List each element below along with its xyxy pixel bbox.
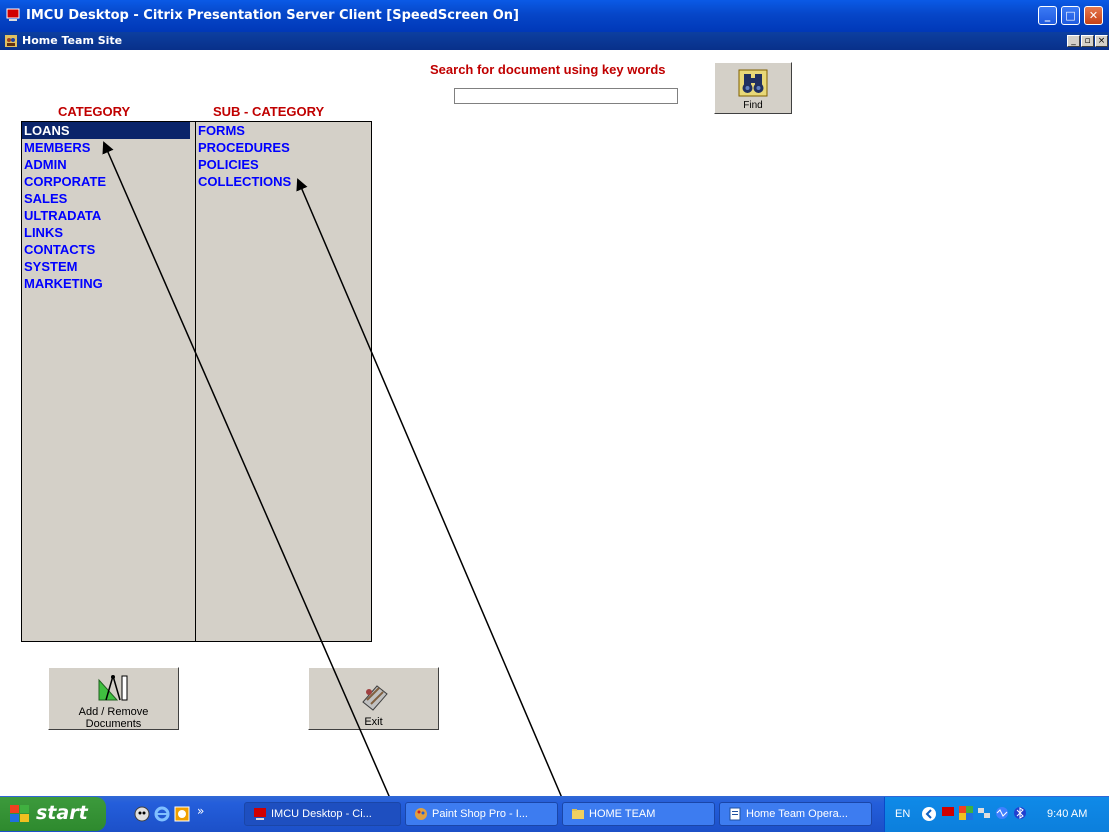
start-button[interactable]: start bbox=[0, 797, 106, 831]
bluetooth-icon[interactable] bbox=[1013, 806, 1027, 820]
tray-expand-icon[interactable] bbox=[921, 806, 937, 822]
window-title-bar[interactable]: IMCU Desktop - Citrix Presentation Serve… bbox=[0, 0, 1109, 32]
inner-minimize-button[interactable]: _ bbox=[1067, 35, 1080, 47]
category-item-ultradata[interactable]: ULTRADATA bbox=[22, 207, 196, 224]
category-header: CATEGORY bbox=[58, 104, 131, 119]
citrix-taskbar-icon bbox=[254, 808, 266, 820]
category-item-corporate[interactable]: CORPORATE bbox=[22, 173, 196, 190]
network-tray-icon[interactable] bbox=[977, 806, 991, 820]
inner-window-title: Home Team Site bbox=[22, 34, 123, 47]
search-input[interactable] bbox=[454, 88, 678, 104]
inner-restore-button[interactable]: ▫ bbox=[1081, 35, 1094, 47]
exit-button[interactable]: Exit bbox=[308, 667, 439, 730]
paint-shop-pro-icon bbox=[415, 808, 427, 820]
find-button[interactable]: Find bbox=[714, 62, 792, 114]
word-document-icon bbox=[729, 807, 741, 821]
taskbar-item-label: Home Team Opera... bbox=[746, 808, 848, 820]
taskbar-item-label: IMCU Desktop - Ci... bbox=[271, 808, 372, 820]
citrix-tray-icon[interactable] bbox=[941, 806, 955, 820]
taskbar-item-label: HOME TEAM bbox=[589, 808, 656, 820]
clock[interactable]: 9:40 AM bbox=[1047, 808, 1087, 820]
subcategory-item-procedures[interactable]: PROCEDURES bbox=[196, 139, 371, 156]
quicklaunch-chevron[interactable]: » bbox=[197, 804, 204, 818]
category-item-admin[interactable]: ADMIN bbox=[22, 156, 196, 173]
subcategory-header: SUB - CATEGORY bbox=[213, 104, 325, 119]
windows-logo-icon bbox=[10, 805, 29, 822]
system-tray: EN 9:40 AM bbox=[884, 797, 1109, 832]
language-indicator[interactable]: EN bbox=[895, 808, 910, 820]
exit-label: Exit bbox=[364, 716, 383, 728]
subcategory-list[interactable]: FORMS PROCEDURES POLICIES COLLECTIONS bbox=[195, 121, 372, 642]
add-remove-label-1: Add / Remove bbox=[78, 706, 149, 718]
exit-door-icon bbox=[362, 685, 388, 711]
subcategory-item-collections[interactable]: COLLECTIONS bbox=[196, 173, 371, 190]
add-remove-label-2: Documents bbox=[85, 718, 142, 730]
category-item-members[interactable]: MEMBERS bbox=[22, 139, 196, 156]
drafting-tools-icon bbox=[98, 675, 128, 701]
taskbar-item-imcu-desktop[interactable]: IMCU Desktop - Ci... bbox=[244, 802, 401, 826]
clock-app-icon[interactable] bbox=[174, 806, 190, 822]
category-item-sales[interactable]: SALES bbox=[22, 190, 196, 207]
color-tray-icon[interactable] bbox=[959, 806, 973, 820]
taskbar-item-paint-shop-pro[interactable]: Paint Shop Pro - I... bbox=[405, 802, 558, 826]
inner-window-title-bar[interactable]: Home Team Site _ ▫ × bbox=[0, 32, 1109, 50]
category-item-loans[interactable]: LOANS bbox=[22, 122, 190, 139]
subcategory-item-policies[interactable]: POLICIES bbox=[196, 156, 371, 173]
category-item-marketing[interactable]: MARKETING bbox=[22, 275, 196, 292]
citrix-app-icon bbox=[6, 8, 20, 21]
add-remove-documents-button[interactable]: Add / Remove Documents bbox=[48, 667, 179, 730]
taskbar-item-label: Paint Shop Pro - I... bbox=[432, 808, 528, 820]
inner-close-button[interactable]: × bbox=[1095, 35, 1108, 47]
category-item-links[interactable]: LINKS bbox=[22, 224, 196, 241]
taskbar-item-home-team-opera[interactable]: Home Team Opera... bbox=[719, 802, 872, 826]
start-label: start bbox=[36, 802, 88, 824]
subcategory-item-forms[interactable]: FORMS bbox=[196, 122, 371, 139]
window-title: IMCU Desktop - Citrix Presentation Serve… bbox=[26, 8, 519, 23]
maximize-button[interactable]: □ bbox=[1061, 6, 1080, 25]
search-label: Search for document using key words bbox=[430, 62, 666, 77]
category-list[interactable]: LOANS MEMBERS ADMIN CORPORATE SALES ULTR… bbox=[21, 121, 197, 642]
find-button-label: Find bbox=[743, 100, 763, 111]
internet-explorer-icon[interactable] bbox=[154, 806, 170, 822]
minimize-button[interactable]: _ bbox=[1038, 6, 1057, 25]
audio-tray-icon[interactable] bbox=[995, 806, 1009, 820]
home-team-icon bbox=[5, 35, 17, 47]
category-item-system[interactable]: SYSTEM bbox=[22, 258, 196, 275]
folder-icon bbox=[572, 809, 584, 819]
category-item-contacts[interactable]: CONTACTS bbox=[22, 241, 196, 258]
binoculars-icon bbox=[738, 69, 768, 97]
close-button[interactable]: ✕ bbox=[1084, 6, 1103, 25]
quicklaunch-desktop-icon[interactable] bbox=[134, 806, 150, 822]
taskbar-item-home-team-folder[interactable]: HOME TEAM bbox=[562, 802, 715, 826]
